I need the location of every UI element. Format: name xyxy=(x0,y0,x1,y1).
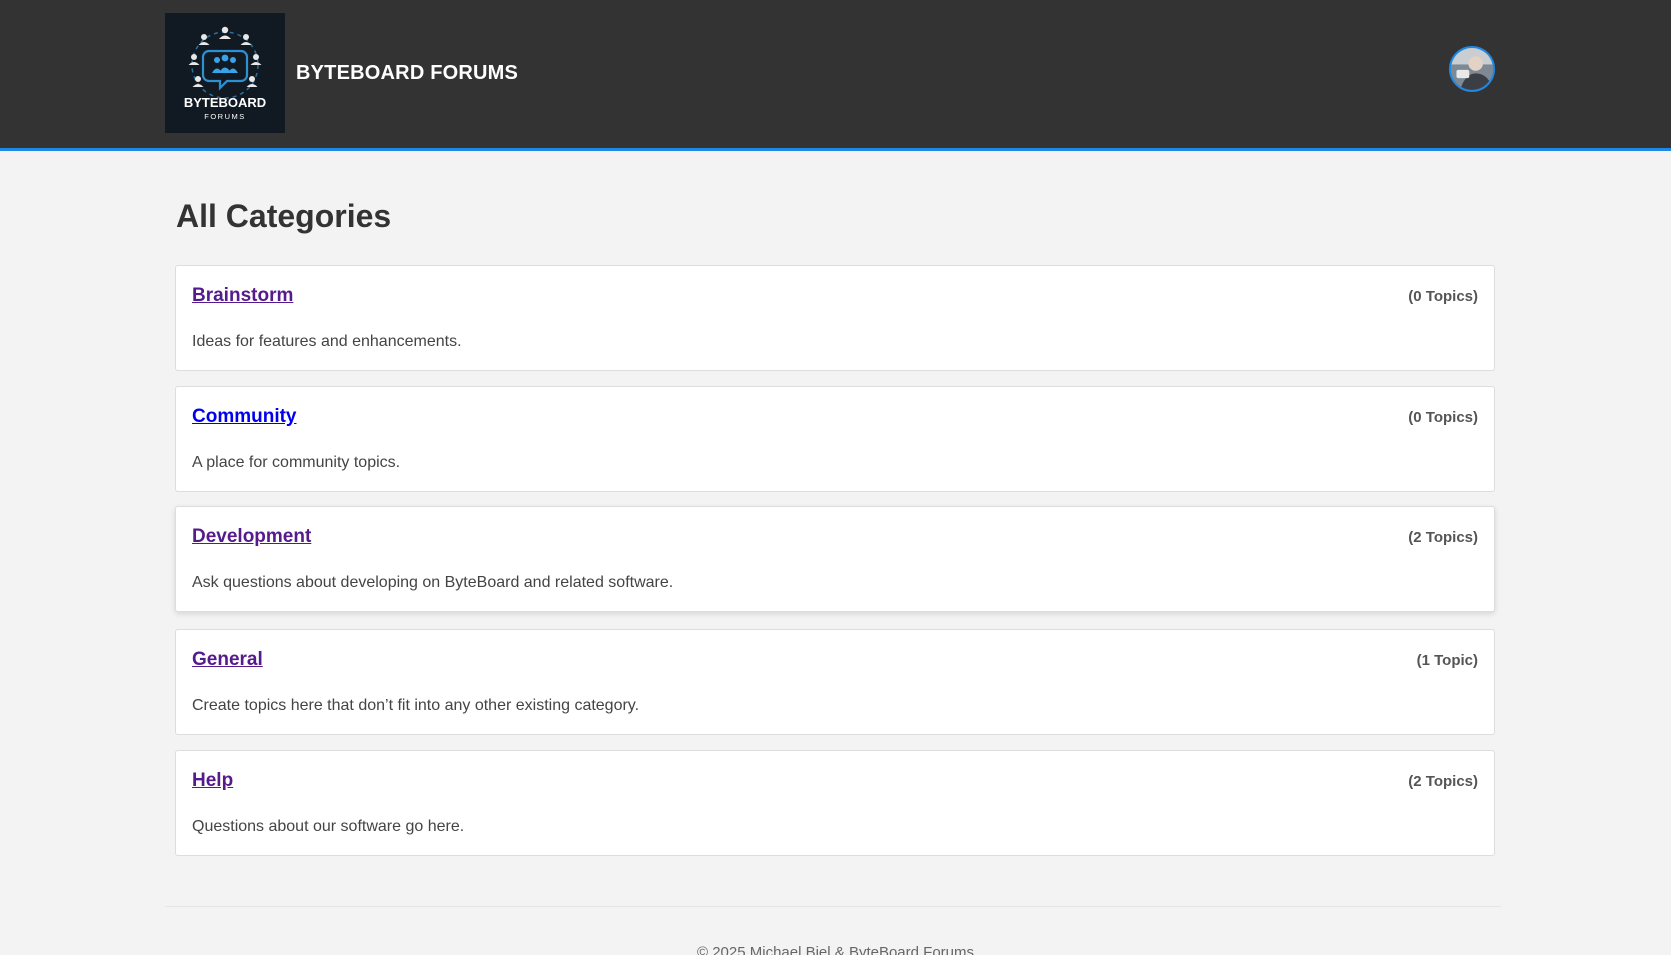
category-card-general: General (1 Topic) Create topics here tha… xyxy=(175,629,1495,735)
topic-count: (1 Topic) xyxy=(1416,652,1478,669)
category-description: A place for community topics. xyxy=(192,454,401,471)
site-logo[interactable]: BYTEBOARD FORUMS xyxy=(165,13,285,133)
category-link-brainstorm[interactable]: Brainstorm xyxy=(192,285,293,307)
topic-count: (0 Topics) xyxy=(1408,409,1478,426)
topic-count: (2 Topics) xyxy=(1408,529,1478,546)
user-avatar[interactable] xyxy=(1449,46,1495,92)
community-logo-icon: BYTEBOARD FORUMS xyxy=(165,13,285,133)
topic-count: (0 Topics) xyxy=(1408,288,1478,305)
footer-divider xyxy=(165,906,1501,907)
svg-text:BYTEBOARD: BYTEBOARD xyxy=(184,95,266,110)
category-link-community[interactable]: Community xyxy=(192,406,297,428)
page-title: All Categories xyxy=(176,198,392,234)
category-card-development: Development (2 Topics) Ask questions abo… xyxy=(175,506,1495,612)
footer-copyright: © 2025 Michael Biel & ByteBoard Forums xyxy=(696,944,974,955)
category-card-brainstorm: Brainstorm (0 Topics) Ideas for features… xyxy=(175,265,1495,371)
category-description: Create topics here that don’t fit into a… xyxy=(192,697,640,714)
category-description: Ask questions about developing on ByteBo… xyxy=(192,574,674,591)
category-card-help: Help (2 Topics) Questions about our soft… xyxy=(175,750,1495,856)
category-link-general[interactable]: General xyxy=(192,649,263,671)
site-title[interactable]: BYTEBOARD FORUMS xyxy=(296,62,518,85)
svg-text:FORUMS: FORUMS xyxy=(204,112,246,121)
avatar-photo-icon xyxy=(1451,48,1493,90)
topic-count: (2 Topics) xyxy=(1408,773,1478,790)
category-description: Questions about our software go here. xyxy=(192,818,465,835)
category-link-help[interactable]: Help xyxy=(192,770,233,792)
site-header: BYTEBOARD FORUMS BYTEBOARD FORUMS xyxy=(0,0,1671,151)
category-link-development[interactable]: Development xyxy=(192,526,311,548)
category-description: Ideas for features and enhancements. xyxy=(192,333,462,350)
category-card-community: Community (0 Topics) A place for communi… xyxy=(175,386,1495,492)
